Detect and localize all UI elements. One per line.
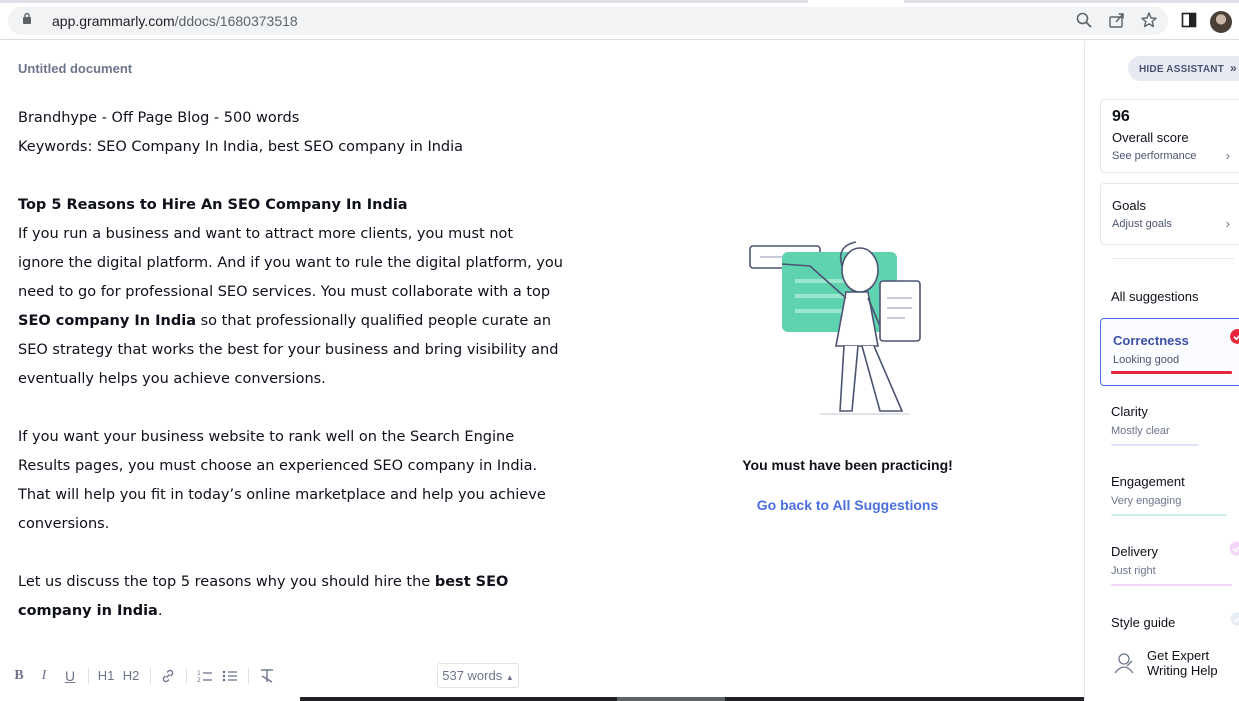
doc-paragraph-3: Let us discuss the top 5 reasons why you…	[18, 574, 509, 619]
hide-assistant-button[interactable]: HIDE ASSISTANT »	[1128, 56, 1239, 81]
doc-line-2: Keywords: SEO Company In India, best SEO…	[18, 139, 464, 155]
category-delivery[interactable]: Delivery Just right	[1100, 529, 1239, 597]
practice-message: You must have been practicing!	[742, 457, 953, 473]
side-panel-icon[interactable]	[1180, 11, 1198, 29]
category-status: Just right	[1111, 565, 1156, 577]
bookmark-star-icon[interactable]	[1140, 11, 1158, 29]
share-icon[interactable]	[1108, 11, 1126, 29]
doc-line-1: Brandhype - Off Page Blog - 500 words	[18, 110, 300, 126]
doc-paragraph-1: If you run a business and want to attrac…	[18, 226, 563, 387]
bullet-list-icon[interactable]	[222, 668, 238, 684]
category-progress-bar	[1111, 514, 1227, 516]
category-status: Mostly clear	[1111, 425, 1170, 437]
category-progress-bar	[1111, 371, 1232, 374]
url-text[interactable]: app.grammarly.com/ddocs/1680373518	[52, 13, 298, 29]
word-count-button[interactable]: 537 words ▲	[437, 663, 519, 688]
goals-label: Goals	[1112, 198, 1146, 213]
doc-heading: Top 5 Reasons to Hire An SEO Company In …	[18, 197, 408, 213]
overall-score-card[interactable]: 96 Overall score See performance ›	[1100, 99, 1239, 173]
document-title[interactable]: Untitled document	[18, 61, 132, 76]
category-clarity[interactable]: Clarity Mostly clear	[1100, 389, 1239, 457]
svg-text:1: 1	[197, 670, 201, 677]
toolbar-divider	[88, 668, 89, 684]
toolbar-divider	[150, 668, 151, 684]
link-icon[interactable]	[160, 668, 176, 684]
clear-formatting-icon[interactable]	[259, 668, 275, 684]
address-bar: app.grammarly.com/ddocs/1680373518	[0, 3, 1239, 40]
toolbar-divider	[248, 668, 249, 684]
underline-button[interactable]: U	[62, 666, 78, 686]
category-progress-bar	[1111, 444, 1199, 446]
category-status: Very engaging	[1111, 495, 1182, 507]
expert-person-icon	[1114, 653, 1134, 674]
category-status: Looking good	[1113, 354, 1180, 366]
document-editor[interactable]: Brandhype - Off Page Blog - 500 words Ke…	[18, 104, 563, 626]
expert-writing-help-link[interactable]: Get Expert Writing Help	[1147, 648, 1237, 678]
practice-illustration	[749, 241, 921, 415]
bold-button[interactable]: B	[11, 666, 27, 686]
italic-button[interactable]: I	[36, 666, 52, 686]
double-chevron-right-icon: »	[1230, 61, 1237, 75]
category-title: Engagement	[1111, 474, 1185, 489]
lock-icon	[23, 12, 31, 24]
numbered-list-icon[interactable]: 1 2	[197, 668, 213, 684]
category-title: Correctness	[1113, 333, 1189, 348]
svg-text:2: 2	[197, 677, 201, 684]
category-progress-bar	[1111, 584, 1232, 586]
category-title: Clarity	[1111, 404, 1148, 419]
doc-paragraph-2: If you want your business website to ran…	[18, 429, 546, 532]
see-performance-link[interactable]: See performance	[1112, 150, 1196, 162]
category-correctness[interactable]: Correctness Looking good	[1100, 318, 1239, 386]
chevron-right-icon: ›	[1225, 148, 1230, 163]
overall-score-label: Overall score	[1112, 130, 1189, 145]
check-circle-icon	[1230, 612, 1239, 626]
all-suggestions-tab[interactable]: All suggestions	[1111, 289, 1198, 304]
assistant-panel: HIDE ASSISTANT » 96 Overall score See pe…	[1084, 41, 1239, 701]
adjust-goals-link[interactable]: Adjust goals	[1112, 218, 1172, 230]
toolbar-divider	[186, 668, 187, 684]
check-circle-icon	[1230, 329, 1239, 344]
check-circle-icon	[1229, 541, 1239, 556]
chevron-right-icon: ›	[1225, 216, 1230, 231]
goals-card[interactable]: Goals Adjust goals ›	[1100, 183, 1239, 245]
style-guide-item[interactable]: Style guide	[1111, 615, 1175, 630]
profile-avatar[interactable]	[1210, 11, 1232, 33]
heading2-button[interactable]: H2	[122, 666, 140, 686]
sidebar-divider	[1112, 258, 1234, 259]
category-title: Delivery	[1111, 544, 1158, 559]
caret-up-icon: ▲	[505, 673, 514, 682]
back-to-suggestions-link[interactable]: Go back to All Suggestions	[700, 497, 995, 513]
heading1-button[interactable]: H1	[97, 666, 115, 686]
overall-score-value: 96	[1112, 108, 1130, 125]
category-engagement[interactable]: Engagement Very engaging	[1100, 459, 1239, 527]
zoom-icon[interactable]	[1075, 11, 1093, 29]
